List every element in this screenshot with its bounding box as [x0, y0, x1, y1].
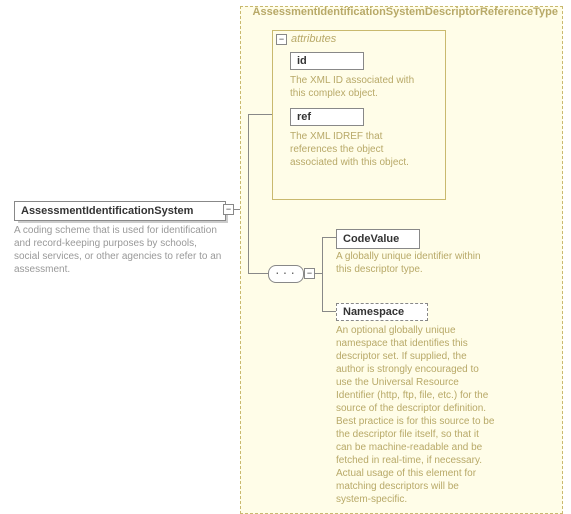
- element-label: CodeValue: [343, 233, 399, 245]
- element-description: An optional globally unique namespace th…: [336, 324, 496, 506]
- connector: [322, 311, 336, 312]
- element-label: AssessmentIdentificationSystem: [21, 205, 193, 217]
- element-codevalue[interactable]: CodeValue: [336, 229, 420, 249]
- attributes-label: attributes: [291, 33, 336, 45]
- collapse-icon[interactable]: −: [276, 34, 287, 45]
- connector: [322, 237, 323, 312]
- attribute-description: The XML IDREF that references the object…: [290, 130, 420, 169]
- element-description: A coding scheme that is used for identif…: [14, 224, 224, 276]
- connector: [248, 114, 249, 209]
- connector: [248, 114, 272, 115]
- attribute-label: ref: [297, 111, 311, 123]
- attribute-ref[interactable]: ref: [290, 108, 364, 126]
- element-description: A globally unique identifier within this…: [336, 250, 486, 276]
- type-name: AssessmentIdentificationSystemDescriptor…: [253, 6, 558, 18]
- attribute-label: id: [297, 55, 307, 67]
- element-assessment-identification-system[interactable]: AssessmentIdentificationSystem: [14, 201, 226, 221]
- sequence-compositor[interactable]: [268, 265, 304, 283]
- connector: [248, 209, 249, 274]
- expand-toggle[interactable]: −: [223, 204, 234, 215]
- connector: [248, 273, 268, 274]
- element-label: Namespace: [343, 306, 404, 318]
- connector: [314, 273, 322, 274]
- attribute-id[interactable]: id: [290, 52, 364, 70]
- element-namespace[interactable]: Namespace: [336, 303, 428, 321]
- attribute-description: The XML ID associated with this complex …: [290, 74, 420, 100]
- connector: [322, 237, 336, 238]
